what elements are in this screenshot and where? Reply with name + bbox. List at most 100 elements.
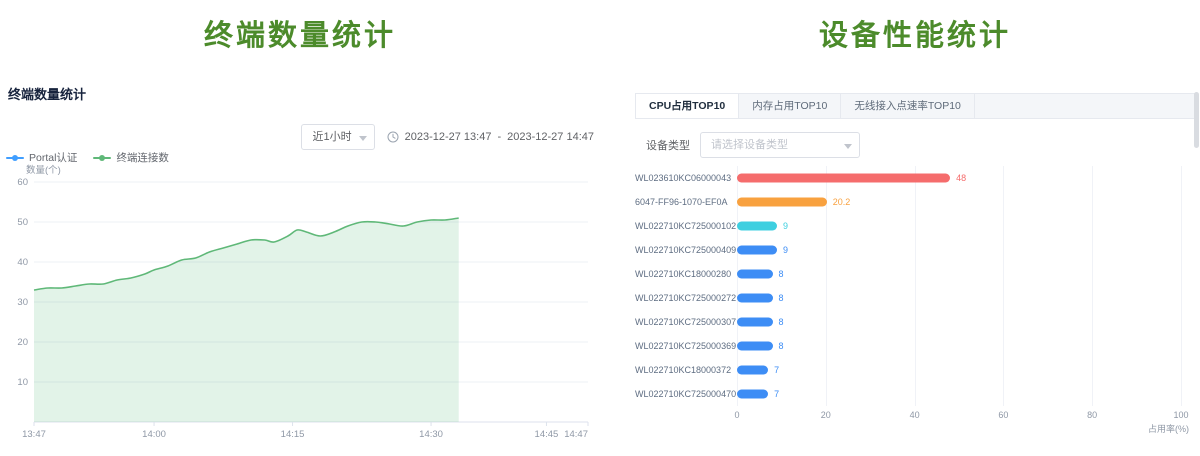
bar-value-label: 20.2 [833, 197, 851, 207]
tab-wireless-rate-top10[interactable]: 无线接入点速率TOP10 [841, 94, 975, 118]
series-area [34, 218, 459, 422]
bar[interactable] [737, 198, 827, 207]
bar-value-label: 7 [774, 389, 779, 399]
tab-cpu-top10[interactable]: CPU占用TOP10 [636, 94, 739, 118]
legend-marker-icon [6, 157, 24, 159]
bar[interactable] [737, 318, 773, 327]
date-range-picker[interactable]: 2023-12-27 13:47 - 2023-12-27 14:47 [387, 131, 594, 143]
clock-icon [387, 131, 399, 143]
bar-track: 7 [737, 382, 1181, 406]
svg-text:50: 50 [17, 217, 28, 228]
bar-category-label: WL022710KC725000409 [635, 245, 737, 255]
bar-value-label: 8 [779, 317, 784, 327]
x-tick-label: 80 [1087, 410, 1097, 420]
bar[interactable] [737, 222, 777, 231]
bar[interactable] [737, 342, 773, 351]
device-type-filter: 设备类型 请选择设备类型 [646, 132, 860, 158]
bar-category-label: WL022710KC725000307 [635, 317, 737, 327]
right-section-title: 设备性能统计 [630, 12, 1200, 54]
bar-track: 8 [737, 334, 1181, 358]
x-axis-name: 占用率(%) [1148, 422, 1189, 435]
svg-text:14:45: 14:45 [535, 429, 559, 440]
device-type-placeholder: 请选择设备类型 [711, 139, 788, 151]
svg-text:14:47: 14:47 [564, 429, 588, 440]
tab-memory-top10[interactable]: 内存占用TOP10 [739, 94, 841, 118]
svg-text:14:00: 14:00 [142, 429, 166, 440]
x-tick-label: 0 [734, 410, 739, 420]
time-range-select[interactable]: 近1小时 [301, 124, 374, 150]
date-start: 2023-12-27 13:47 [405, 131, 492, 143]
bar-category-label: 6047-FF96-1070-EF0A [635, 197, 737, 207]
bar-value-label: 8 [779, 293, 784, 303]
bar-x-axis: 020406080100占用率(%) [737, 410, 1181, 436]
chevron-down-icon [844, 144, 852, 149]
bar[interactable] [737, 174, 950, 183]
svg-text:40: 40 [17, 257, 28, 268]
bar-row: WL022710KC18000372 7 [635, 358, 1195, 382]
bar-value-label: 9 [783, 245, 788, 255]
svg-text:14:30: 14:30 [419, 429, 443, 440]
bar-track: 9 [737, 214, 1181, 238]
x-tick-label: 100 [1173, 410, 1188, 420]
chevron-down-icon [359, 136, 367, 141]
bar-category-label: WL022710KC725000272 [635, 293, 737, 303]
left-section-title: 终端数量统计 [0, 12, 600, 54]
bar-row: 6047-FF96-1070-EF0A 20.2 [635, 190, 1195, 214]
bar[interactable] [737, 390, 768, 399]
bar-row: WL022710KC725000102 9 [635, 214, 1195, 238]
device-type-select[interactable]: 请选择设备类型 [700, 132, 860, 158]
time-range-value: 近1小时 [312, 131, 351, 143]
device-type-label: 设备类型 [646, 137, 690, 153]
bar[interactable] [737, 246, 777, 255]
svg-text:20: 20 [17, 337, 28, 348]
bar-row: WL022710KC18000280 8 [635, 262, 1195, 286]
bar-category-label: WL023610KC06000043 [635, 173, 737, 183]
date-separator: - [497, 131, 501, 143]
bar-row: WL023610KC06000043 48 [635, 166, 1195, 190]
x-tick-label: 40 [910, 410, 920, 420]
bar[interactable] [737, 366, 768, 375]
scrollbar[interactable] [1194, 92, 1199, 148]
bar-value-label: 8 [779, 341, 784, 351]
x-tick-label: 60 [998, 410, 1008, 420]
performance-tabs: CPU占用TOP10内存占用TOP10无线接入点速率TOP10 [635, 93, 1195, 119]
legend-item-1[interactable]: 终端连接数 [93, 150, 169, 165]
bar-category-label: WL022710KC725000470 [635, 389, 737, 399]
date-end: 2023-12-27 14:47 [507, 131, 594, 143]
legend-label: 终端连接数 [116, 150, 169, 165]
bar-track: 8 [737, 310, 1181, 334]
bar-track: 7 [737, 358, 1181, 382]
bar[interactable] [737, 294, 773, 303]
bar-category-label: WL022710KC18000372 [635, 365, 737, 375]
bar-row: WL022710KC725000307 8 [635, 310, 1195, 334]
bar-row: WL022710KC725000470 7 [635, 382, 1195, 406]
bar-category-label: WL022710KC725000102 [635, 221, 737, 231]
terminal-statistics-section: 终端数量统计 终端数量统计 近1小时 2023-12-27 13:47 - 20… [0, 0, 600, 456]
bar-value-label: 9 [783, 221, 788, 231]
legend-marker-icon [93, 157, 111, 159]
bar-value-label: 48 [956, 173, 966, 183]
bar-track: 20.2 [737, 190, 1181, 214]
svg-text:10: 10 [17, 377, 28, 388]
svg-text:60: 60 [17, 177, 28, 188]
bar-track: 48 [737, 166, 1181, 190]
bar-value-label: 8 [779, 269, 784, 279]
x-tick-label: 20 [821, 410, 831, 420]
bar-track: 8 [737, 286, 1181, 310]
cpu-top10-bar-chart: WL023610KC06000043 48 6047-FF96-1070-EF0A 2… [635, 166, 1195, 438]
bar-row: WL022710KC725000409 9 [635, 238, 1195, 262]
bar-category-label: WL022710KC18000280 [635, 269, 737, 279]
bar[interactable] [737, 270, 773, 279]
bar-row: WL022710KC725000369 8 [635, 334, 1195, 358]
svg-text:14:15: 14:15 [281, 429, 305, 440]
panel-title: 终端数量统计 [8, 84, 86, 103]
bar-category-label: WL022710KC725000369 [635, 341, 737, 351]
bar-row: WL022710KC725000272 8 [635, 286, 1195, 310]
device-performance-section: 设备性能统计 CPU占用TOP10内存占用TOP10无线接入点速率TOP10 设… [630, 0, 1200, 456]
svg-text:13:47: 13:47 [22, 429, 46, 440]
bar-track: 8 [737, 262, 1181, 286]
svg-text:30: 30 [17, 297, 28, 308]
terminal-count-area-chart: 10 20 30 40 50 60 13:47 14:00 14:15 14:30 14:45 14:… [0, 172, 600, 452]
bar-value-label: 7 [774, 365, 779, 375]
chart-controls: 近1小时 2023-12-27 13:47 - 2023-12-27 14:47 [301, 124, 594, 150]
